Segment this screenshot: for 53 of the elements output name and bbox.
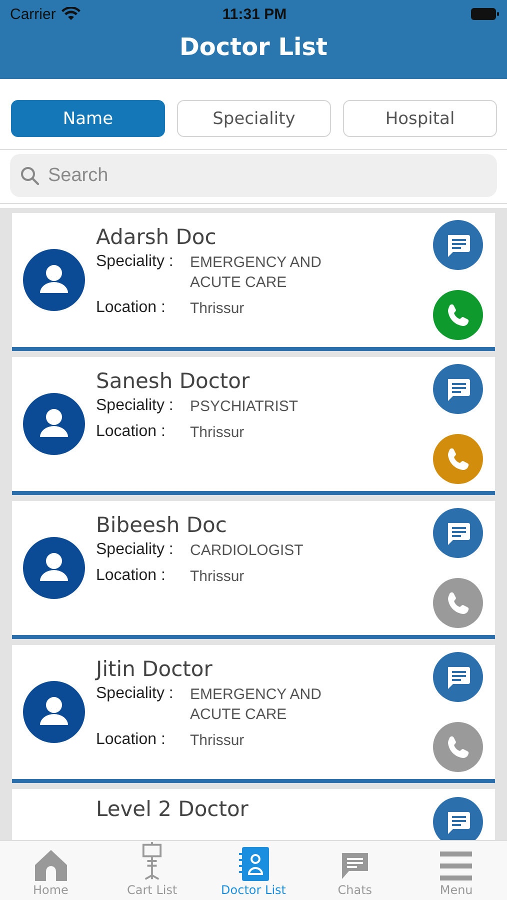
chat-icon [340,851,369,881]
home-icon [34,849,68,881]
speciality-value: PSYCHIATRIST [190,397,300,417]
field-label: Speciality : [96,397,174,416]
doctor-name: Level 2 Doctor [96,797,250,821]
search-input[interactable]: Search [46,164,487,188]
field-label: Location : [96,423,166,442]
doctor-card[interactable]: Sanesh Doctor Speciality : PSYCHIATRIST Location : Thrissur [12,357,495,495]
doctor-name: Bibeesh Doc [96,513,228,537]
search-icon [20,166,40,186]
call-button[interactable] [433,722,483,772]
doctor-card[interactable]: Adarsh Doc Speciality : EMERGENCY AND ACUTE CARE Location : Thrissur [12,213,495,351]
call-button[interactable] [433,290,483,340]
chat-button[interactable] [433,364,483,414]
location-value: Thrissur [190,567,246,587]
speciality-value: EMERGENCY AND ACUTE CARE [190,253,322,293]
search-field[interactable]: Search [10,154,497,197]
doctor-card[interactable]: Level 2 Doctor [12,789,495,840]
wifi-icon [60,7,81,21]
field-label: Location : [96,731,166,750]
field-label: Location : [96,299,166,318]
doctor-name: Adarsh Doc [96,225,218,249]
chat-button[interactable] [433,220,483,270]
doctor-name: Sanesh Doctor [96,369,251,393]
filter-tab[interactable]: Speciality [177,100,331,137]
filter-tab[interactable]: Hospital [343,100,497,137]
field-label: Speciality : [96,541,174,560]
avatar-icon [23,537,85,599]
filter-tab[interactable]: Name [11,100,165,137]
chat-button[interactable] [433,652,483,702]
avatar-icon [23,249,85,311]
doctor-card[interactable]: Bibeesh Doc Speciality : CARDIOLOGIST Location : Thrissur [12,501,495,639]
clock-time: 11:31 PM [222,6,287,22]
location-value: Thrissur [190,731,246,751]
location-value: Thrissur [190,423,246,443]
speciality-value: CARDIOLOGIST [190,541,304,561]
contact-book-icon [238,847,269,881]
battery-icon [471,8,499,20]
avatar-icon [23,393,85,455]
field-label: Speciality : [96,253,174,272]
menu-icon [440,851,472,881]
carrier-label: Carrier [10,6,56,22]
location-value: Thrissur [190,299,246,319]
avatar-icon [23,681,85,743]
field-label: Speciality : [96,685,174,704]
chat-button[interactable] [433,508,483,558]
speciality-value: EMERGENCY AND ACUTE CARE [190,685,322,725]
doctor-card[interactable]: Jitin Doctor Speciality : EMERGENCY AND ACUTE CARE Location : Thrissur [12,645,495,783]
call-button[interactable] [433,578,483,628]
doctor-name: Jitin Doctor [96,657,214,681]
screen-title: Doctor List [179,33,328,61]
field-label: Location : [96,567,166,586]
call-button[interactable] [433,434,483,484]
